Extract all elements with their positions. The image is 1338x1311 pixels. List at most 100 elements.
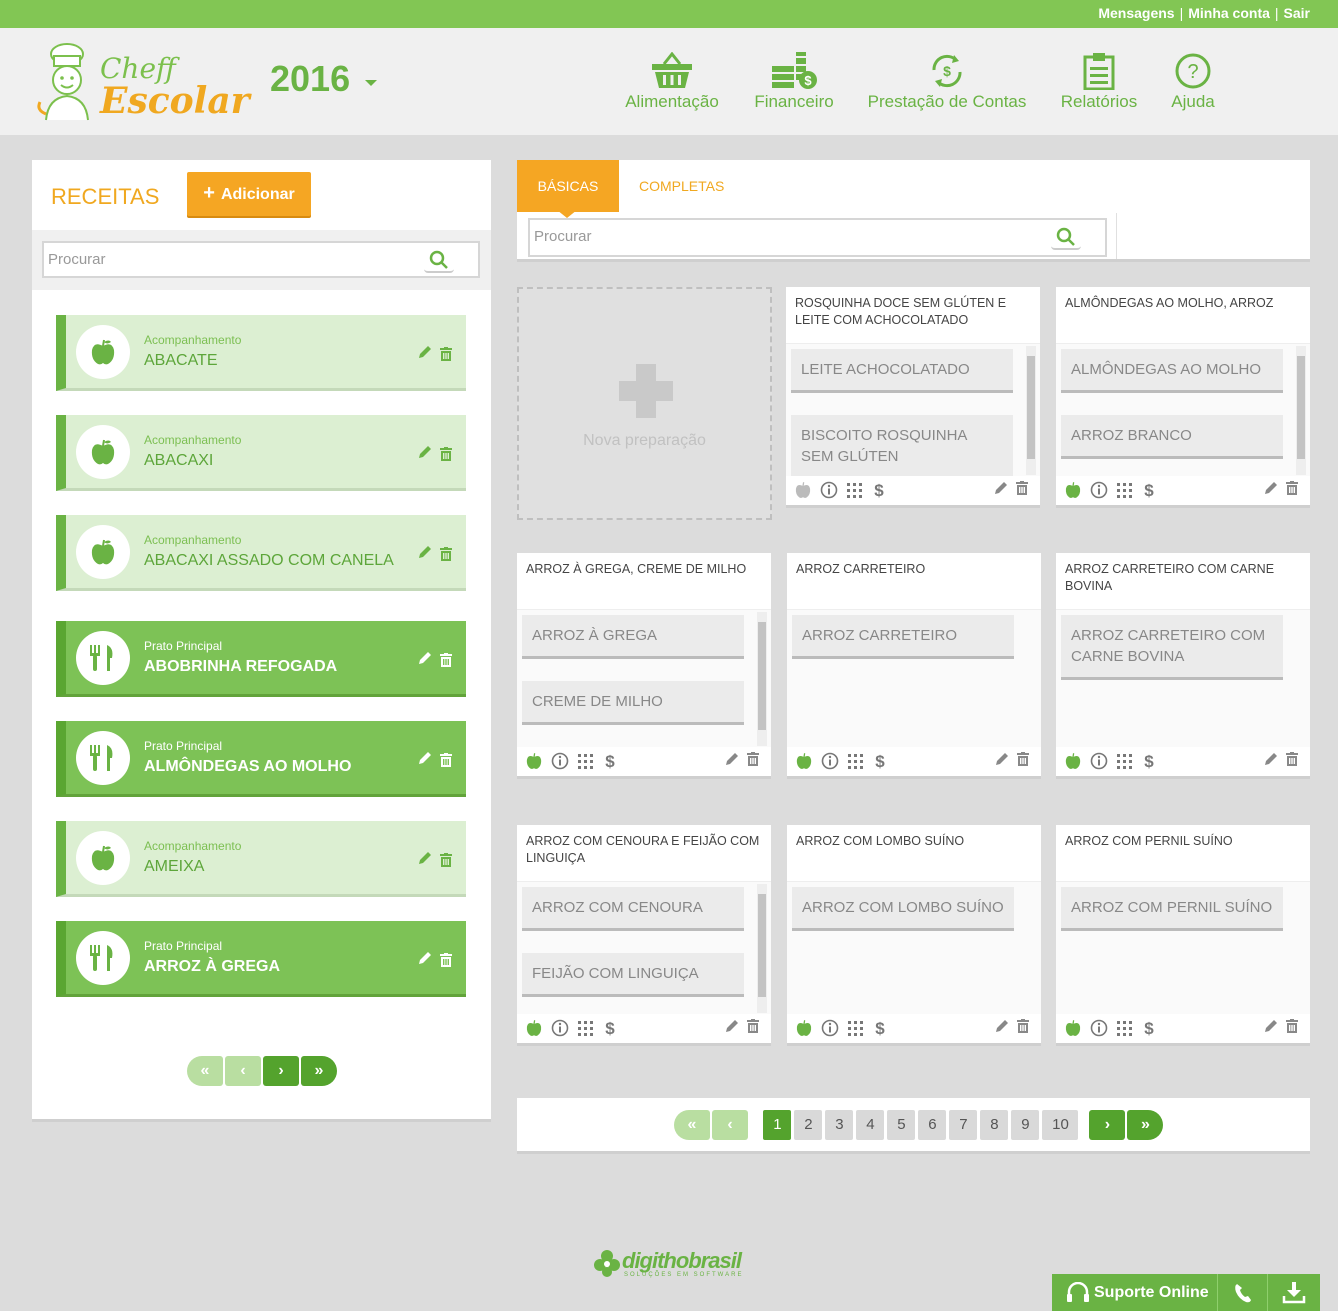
page-number-button[interactable]: 4 <box>856 1110 885 1140</box>
apple-icon[interactable] <box>795 1019 813 1037</box>
new-preparation-card[interactable]: Nova preparação <box>517 287 772 520</box>
recipe-item[interactable]: Acompanhamento AMEIXA <box>56 821 466 897</box>
info-icon[interactable] <box>551 752 569 770</box>
support-online-button[interactable]: Suporte Online <box>1094 1284 1209 1302</box>
scrollbar[interactable] <box>757 884 767 1013</box>
preparation-card[interactable]: ROSQUINHA DOCE SEM GLÚTEN E LEITE COM AC… <box>786 287 1040 508</box>
prev-page-button[interactable]: ‹ <box>225 1056 261 1086</box>
grid-icon[interactable] <box>1116 481 1134 499</box>
trash-icon[interactable] <box>1286 1019 1298 1033</box>
recipe-item[interactable]: Acompanhamento ABACAXI <box>56 415 466 491</box>
dollar-icon[interactable]: $ <box>1142 752 1156 770</box>
nav-prestacao[interactable]: $ Prestação de Contas <box>866 28 1028 135</box>
info-icon[interactable] <box>551 1019 569 1037</box>
trash-icon[interactable] <box>440 447 452 461</box>
pencil-icon[interactable] <box>725 1019 739 1033</box>
trash-icon[interactable] <box>1286 481 1298 495</box>
dollar-icon[interactable]: $ <box>603 752 617 770</box>
apple-icon[interactable] <box>1064 1019 1082 1037</box>
preparation-search-input[interactable] <box>530 220 890 253</box>
trash-icon[interactable] <box>1016 481 1028 495</box>
prev-page-button[interactable]: ‹ <box>712 1110 748 1140</box>
apple-icon[interactable] <box>1064 752 1082 770</box>
nav-alimentacao[interactable]: Alimentação <box>622 28 722 135</box>
pencil-icon[interactable] <box>1264 1019 1278 1033</box>
nav-financeiro[interactable]: $ Financeiro <box>752 28 836 135</box>
info-icon[interactable] <box>820 481 838 499</box>
apple-icon[interactable] <box>794 481 812 499</box>
page-number-button[interactable]: 7 <box>949 1110 978 1140</box>
pencil-icon[interactable] <box>995 1019 1009 1033</box>
grid-icon[interactable] <box>577 1019 595 1037</box>
info-icon[interactable] <box>1090 752 1108 770</box>
trash-icon[interactable] <box>1286 752 1298 766</box>
preparation-card[interactable]: ARROZ COM PERNIL SUÍNO ARROZ COM PERNIL S… <box>1056 825 1310 1046</box>
preparation-card[interactable]: ARROZ COM CENOURA E FEIJÃO COM LINGUIÇA A… <box>517 825 771 1046</box>
tab-completas[interactable]: COMPLETAS <box>639 160 724 212</box>
app-logo[interactable]: Cheff Escolar <box>34 40 250 124</box>
info-icon[interactable] <box>821 752 839 770</box>
pencil-icon[interactable] <box>1264 481 1278 495</box>
trash-icon[interactable] <box>440 547 452 561</box>
scrollbar[interactable] <box>1026 346 1036 475</box>
first-page-button[interactable]: « <box>187 1056 223 1086</box>
grid-icon[interactable] <box>847 1019 865 1037</box>
last-page-button[interactable]: » <box>301 1056 337 1086</box>
scrollbar[interactable] <box>1296 346 1306 475</box>
pencil-icon[interactable] <box>418 445 432 459</box>
preparation-card[interactable]: ARROZ CARRETEIRO ARROZ CARRETEIRO $ <box>787 553 1041 779</box>
download-icon[interactable] <box>1282 1282 1306 1304</box>
dollar-icon[interactable]: $ <box>1142 481 1156 499</box>
dollar-icon[interactable]: $ <box>873 1019 887 1037</box>
dollar-icon[interactable]: $ <box>872 481 886 499</box>
trash-icon[interactable] <box>440 347 452 361</box>
info-icon[interactable] <box>1090 1019 1108 1037</box>
apple-icon[interactable] <box>1064 481 1082 499</box>
nav-ajuda[interactable]: ? Ajuda <box>1168 28 1218 135</box>
apple-icon[interactable] <box>525 752 543 770</box>
account-link[interactable]: Minha conta <box>1188 5 1270 21</box>
trash-icon[interactable] <box>440 653 452 667</box>
last-page-button[interactable]: » <box>1127 1110 1164 1140</box>
messages-link[interactable]: Mensagens <box>1098 5 1174 21</box>
recipe-item[interactable]: Prato Principal ARROZ À GREGA <box>56 921 466 997</box>
apple-icon[interactable] <box>525 1019 543 1037</box>
grid-icon[interactable] <box>1116 752 1134 770</box>
grid-icon[interactable] <box>577 752 595 770</box>
trash-icon[interactable] <box>440 853 452 867</box>
add-recipe-button[interactable]: + Adicionar <box>187 172 311 216</box>
pencil-icon[interactable] <box>418 951 432 965</box>
recipe-item[interactable]: Acompanhamento ABACATE <box>56 315 466 391</box>
tab-basicas[interactable]: BÁSICAS <box>517 160 619 212</box>
dollar-icon[interactable]: $ <box>873 752 887 770</box>
page-number-button[interactable]: 3 <box>825 1110 854 1140</box>
next-page-button[interactable]: › <box>1089 1110 1126 1140</box>
apple-icon[interactable] <box>795 752 813 770</box>
trash-icon[interactable] <box>747 752 759 766</box>
page-number-button[interactable]: 8 <box>980 1110 1009 1140</box>
recipes-search-input[interactable] <box>44 243 404 276</box>
preparation-card[interactable]: ARROZ COM LOMBO SUÍNO ARROZ COM LOMBO SUÍ… <box>787 825 1041 1046</box>
trash-icon[interactable] <box>440 753 452 767</box>
nav-relatorios[interactable]: Relatórios <box>1058 28 1140 135</box>
pencil-icon[interactable] <box>1264 752 1278 766</box>
trash-icon[interactable] <box>747 1019 759 1033</box>
info-icon[interactable] <box>821 1019 839 1037</box>
page-number-button[interactable]: 1 <box>763 1110 792 1140</box>
pencil-icon[interactable] <box>418 545 432 559</box>
dollar-icon[interactable]: $ <box>603 1019 617 1037</box>
recipe-item[interactable]: Prato Principal ALMÔNDEGAS AO MOLHO <box>56 721 466 797</box>
first-page-button[interactable]: « <box>674 1110 710 1140</box>
chevron-down-icon[interactable] <box>365 80 377 86</box>
search-button[interactable] <box>1051 226 1081 250</box>
info-icon[interactable] <box>1090 481 1108 499</box>
grid-icon[interactable] <box>846 481 864 499</box>
recipe-item[interactable]: Acompanhamento ABACAXI ASSADO COM CANELA <box>56 515 466 591</box>
page-number-button[interactable]: 9 <box>1011 1110 1040 1140</box>
year-selector[interactable]: 2016 <box>270 58 350 100</box>
next-page-button[interactable]: › <box>263 1056 299 1086</box>
preparation-card[interactable]: ALMÔNDEGAS AO MOLHO, ARROZ ALMÔNDEGAS AO … <box>1056 287 1310 508</box>
page-number-button[interactable]: 6 <box>918 1110 947 1140</box>
trash-icon[interactable] <box>1017 1019 1029 1033</box>
page-number-button[interactable]: 5 <box>887 1110 916 1140</box>
